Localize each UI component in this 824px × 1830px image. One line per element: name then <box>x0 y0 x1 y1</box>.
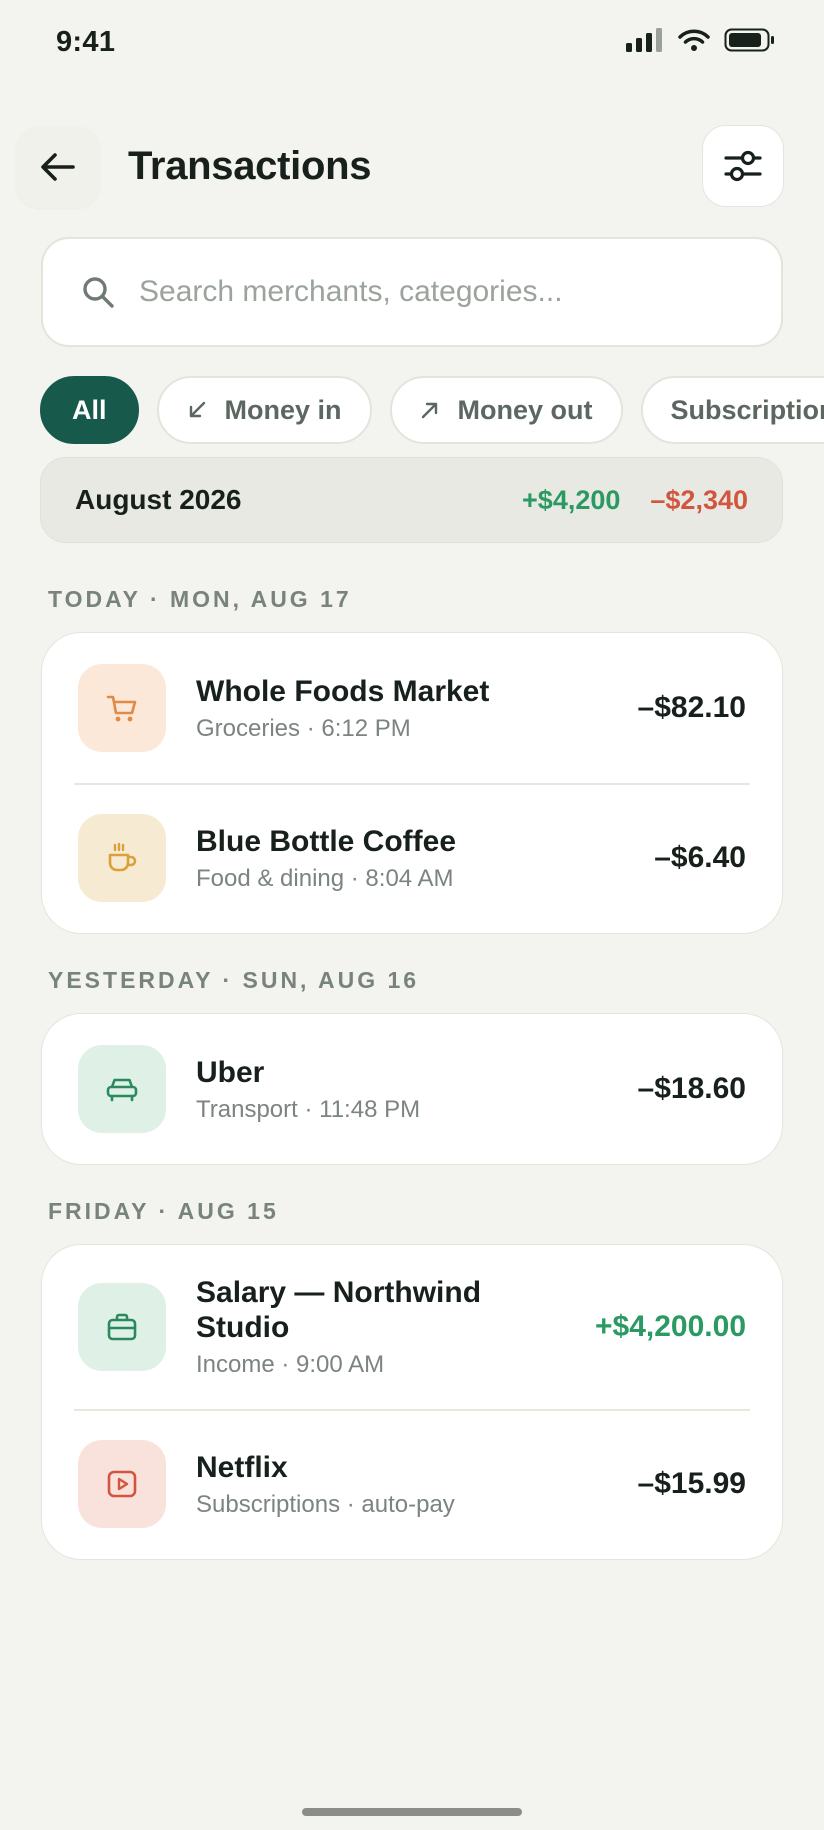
briefcase-icon <box>107 1313 137 1341</box>
transaction-meta: Food & dining · 8:04 AM <box>196 864 454 892</box>
group-label-friday: FRIDAY · AUG 15 <box>48 1198 279 1224</box>
merchant-name: Blue Bottle Coffee <box>196 824 457 858</box>
merchant-name: Netflix <box>196 1450 288 1484</box>
arrow-down-left-icon <box>189 401 205 418</box>
transaction-card-friday: Salary — Northwind Studio Income · 9:00 … <box>41 1244 783 1560</box>
search-bar[interactable] <box>41 237 783 347</box>
category-icon-badge <box>78 1045 166 1133</box>
status-time: 9:41 <box>56 26 116 58</box>
category-icon-badge <box>78 1283 166 1371</box>
filter-settings-button[interactable] <box>702 125 784 207</box>
money-in-total: +$4,200 <box>522 484 621 515</box>
coffee-cup-icon <box>108 842 137 872</box>
merchant-name: Uber <box>196 1055 265 1089</box>
home-indicator <box>302 1808 522 1816</box>
chip-money-in[interactable]: Money in <box>156 376 372 444</box>
sliders-icon <box>724 150 762 182</box>
back-button[interactable] <box>16 126 100 208</box>
group-label-today: TODAY · MON, AUG 17 <box>48 586 352 612</box>
category-icon-badge <box>78 664 166 752</box>
merchant-name: Whole Foods Market <box>196 674 490 708</box>
chip-label: Money out <box>457 394 593 425</box>
search-icon <box>83 277 114 308</box>
transaction-row[interactable]: Whole Foods Market Groceries · 6:12 PM –… <box>42 633 782 783</box>
transaction-meta: Subscriptions · auto-pay <box>196 1490 455 1518</box>
transaction-row[interactable]: Salary — Northwind Studio Income · 9:00 … <box>42 1245 782 1409</box>
status-icons <box>626 28 776 52</box>
transaction-row[interactable]: Blue Bottle Coffee Food & dining · 8:04 … <box>42 783 782 933</box>
transaction-amount: –$6.40 <box>654 841 746 874</box>
chip-label: All <box>72 394 107 425</box>
category-icon-badge <box>78 1440 166 1528</box>
transaction-meta: Income · 9:00 AM <box>196 1351 385 1378</box>
arrow-up-right-icon <box>421 402 437 419</box>
chip-subscriptions[interactable]: Subscriptions <box>640 376 824 444</box>
chip-label: Money in <box>224 394 342 425</box>
battery-icon <box>724 28 774 52</box>
cellular-signal-icon <box>626 28 662 52</box>
transactions-screen: 9:41 Transactions Search merchants, cate… <box>0 0 824 1830</box>
money-out-total: –$2,340 <box>650 484 748 515</box>
transaction-meta: Groceries · 6:12 PM <box>196 714 411 742</box>
play-icon <box>107 1470 137 1498</box>
transaction-card-today: Whole Foods Market Groceries · 6:12 PM –… <box>41 632 783 934</box>
month-label: August 2026 <box>75 484 242 515</box>
search-input[interactable] <box>139 275 719 309</box>
filter-chips: All Money in Money out Subscriptions <box>40 376 824 444</box>
chip-all[interactable]: All <box>40 376 139 444</box>
merchant-name: Salary — Northwind Studio <box>196 1276 482 1344</box>
month-summary: August 2026 +$4,200 –$2,340 <box>40 457 783 543</box>
chip-money-out[interactable]: Money out <box>389 376 623 444</box>
category-icon-badge <box>78 814 166 902</box>
transaction-amount: –$82.10 <box>637 691 746 724</box>
transaction-amount: –$18.60 <box>637 1072 746 1105</box>
cart-icon <box>106 695 137 722</box>
transaction-row[interactable]: Netflix Subscriptions · auto-pay –$15.99 <box>42 1409 782 1559</box>
transaction-amount: +$4,200.00 <box>595 1310 746 1343</box>
transaction-row[interactable]: Uber Transport · 11:48 PM –$18.60 <box>42 1014 782 1164</box>
wifi-icon <box>678 29 710 51</box>
arrow-left-icon <box>41 153 75 181</box>
transaction-meta: Transport · 11:48 PM <box>196 1095 421 1123</box>
chip-label: Subscriptions <box>670 394 824 425</box>
page-title: Transactions <box>128 144 372 188</box>
transaction-card-yesterday: Uber Transport · 11:48 PM –$18.60 <box>41 1013 783 1165</box>
transaction-amount: –$15.99 <box>637 1467 746 1500</box>
group-label-yesterday: YESTERDAY · SUN, AUG 16 <box>48 967 420 993</box>
car-icon <box>106 1078 138 1102</box>
